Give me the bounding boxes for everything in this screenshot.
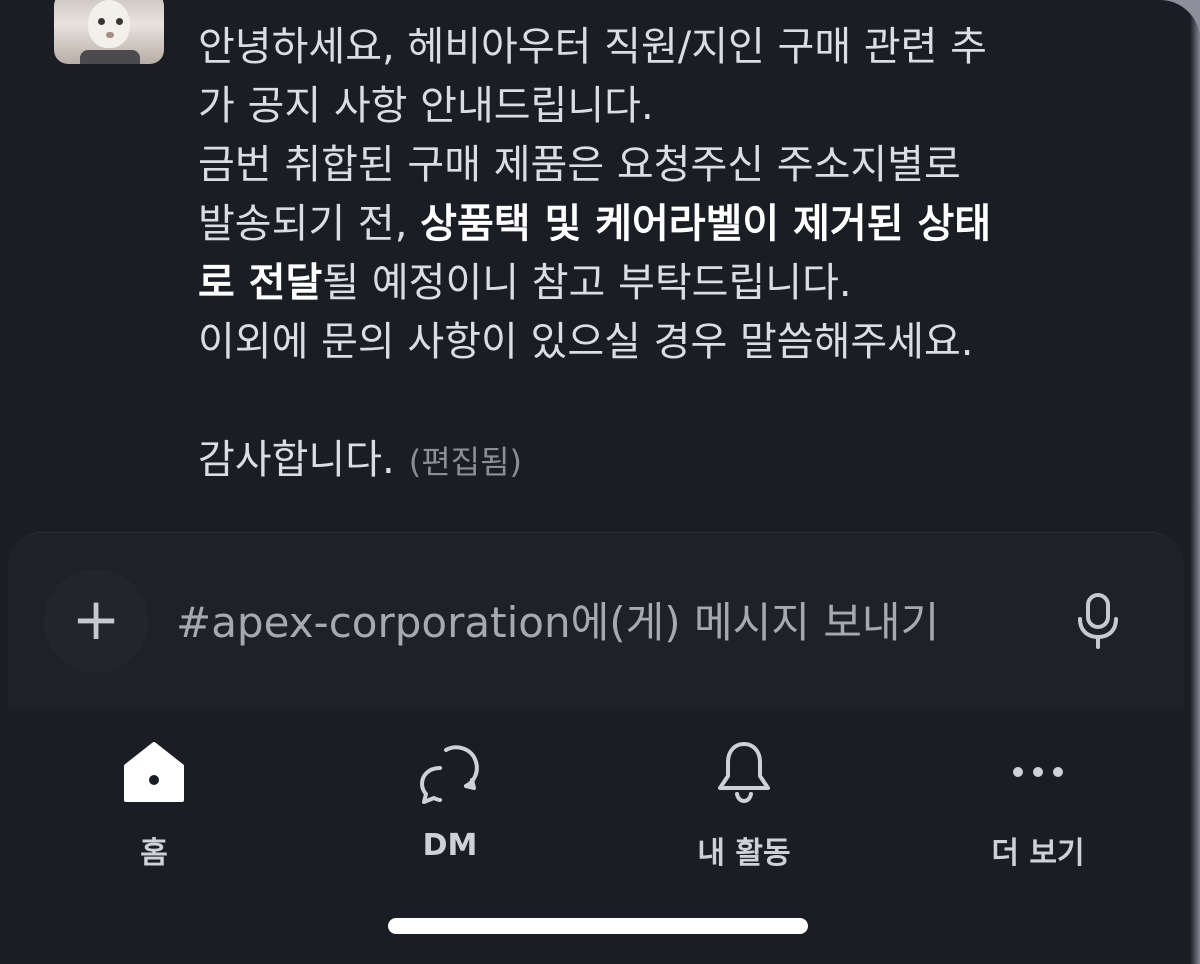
more-icon [1013, 767, 1063, 777]
message-input[interactable] [176, 587, 1056, 657]
edited-label: (편집됨) [408, 443, 523, 481]
add-attachment-button[interactable]: + [44, 569, 148, 673]
nav-dm-label: DM [422, 828, 478, 863]
message-text: 이외에 문의 사항이 있으실 경우 말씀해주세요. [198, 319, 974, 365]
microphone-button[interactable] [1066, 589, 1130, 653]
message-line: 가 공지 사항 안내드립니다. [198, 77, 1158, 136]
nav-more[interactable]: 더 보기 [918, 732, 1158, 872]
avatar-face [88, 0, 130, 48]
message-text: 안녕하세요, 헤비아우터 직원/지인 구매 관련 추 [198, 24, 987, 70]
message-line: 발송되기 전, 상품택 및 케어라벨이 제거된 상태 [198, 195, 1158, 254]
message-line: 이외에 문의 사항이 있으실 경우 말씀해주세요. [198, 313, 1158, 372]
dm-icon [420, 745, 479, 804]
user-avatar[interactable] [54, 0, 164, 64]
message-line: 로 전달될 예정이니 참고 부탁드립니다. [198, 254, 1158, 313]
bell-icon [718, 742, 770, 804]
message-line: 감사합니다. (편집됨) [198, 431, 1158, 492]
message-item: 안녕하세요, 헤비아우터 직원/지인 구매 관련 추 가 공지 사항 안내드립니… [0, 0, 1200, 540]
microphone-icon [1078, 593, 1118, 649]
message-text: 발송되기 전, [198, 201, 421, 247]
message-text-bold: 로 전달 [198, 260, 323, 306]
nav-more-label: 더 보기 [991, 836, 1085, 871]
avatar-collar [80, 50, 140, 64]
nav-home[interactable]: 홈 [34, 732, 274, 872]
avatar-eye [116, 18, 123, 25]
nav-dm[interactable]: DM [330, 732, 570, 872]
message-line: 안녕하세요, 헤비아우터 직원/지인 구매 관련 추 [198, 18, 1158, 77]
home-icon [124, 742, 184, 802]
message-text-bold: 상품택 및 케어라벨이 제거된 상태 [420, 201, 992, 247]
message-text: 될 예정이니 참고 부탁드립니다. [322, 260, 852, 306]
app-screen: 안녕하세요, 헤비아우터 직원/지인 구매 관련 추 가 공지 사항 안내드립니… [0, 0, 1200, 964]
nav-activity-label: 내 활동 [697, 836, 791, 871]
message-closing: 감사합니다. [198, 437, 395, 483]
nav-home-label: 홈 [140, 836, 168, 871]
message-text: 가 공지 사항 안내드립니다. [198, 83, 654, 129]
message-line: 금번 취합된 구매 제품은 요청주신 주소지별로 [198, 136, 1158, 195]
message-composer: + [8, 532, 1184, 711]
nav-activity[interactable]: 내 활동 [624, 732, 864, 872]
plus-icon: + [71, 585, 121, 653]
message-body: 안녕하세요, 헤비아우터 직원/지인 구매 관련 추 가 공지 사항 안내드립니… [198, 18, 1158, 492]
avatar-eye [98, 18, 105, 25]
screen-edge [1190, 0, 1200, 964]
avatar-nose [106, 32, 114, 38]
message-text: 금번 취합된 구매 제품은 요청주신 주소지별로 [198, 142, 961, 188]
home-indicator[interactable] [388, 918, 808, 934]
